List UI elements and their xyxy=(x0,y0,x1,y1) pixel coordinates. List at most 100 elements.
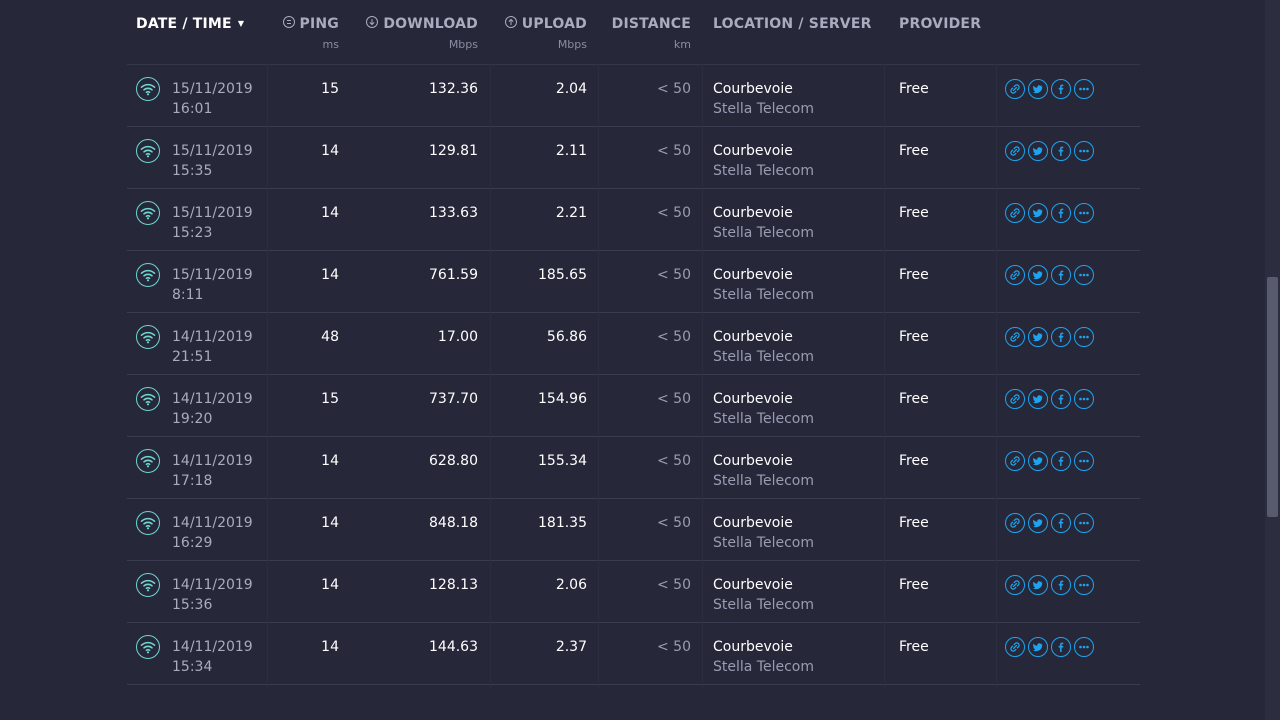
twitter-icon[interactable] xyxy=(1028,513,1048,533)
result-location: Courbevoie Stella Telecom xyxy=(713,451,814,491)
table-row[interactable]: 15/11/2019 8:11 14 761.59 185.65 < 50 Co… xyxy=(127,251,1140,313)
result-datetime[interactable]: 15/11/2019 8:11 xyxy=(172,265,253,305)
link-icon[interactable] xyxy=(1005,389,1025,409)
result-provider: Free xyxy=(899,81,929,97)
more-icon[interactable] xyxy=(1074,451,1094,471)
sort-download-header[interactable]: DOWNLOAD Mbps xyxy=(366,16,478,51)
more-icon[interactable] xyxy=(1074,141,1094,161)
location-name: Courbevoie xyxy=(713,515,793,531)
facebook-icon[interactable] xyxy=(1051,265,1071,285)
result-download: 737.70 xyxy=(429,391,478,407)
link-icon[interactable] xyxy=(1005,265,1025,285)
table-row[interactable]: 14/11/2019 15:36 14 128.13 2.06 < 50 Cou… xyxy=(127,561,1140,623)
results-table: DATE / TIME ▼ PING ms DOWNLOAD Mbps UPLOA… xyxy=(127,0,1140,685)
result-provider: Free xyxy=(899,515,929,531)
sort-distance-header[interactable]: DISTANCE km xyxy=(611,16,691,51)
more-icon[interactable] xyxy=(1074,513,1094,533)
link-icon[interactable] xyxy=(1005,575,1025,595)
facebook-icon[interactable] xyxy=(1051,637,1071,657)
result-datetime[interactable]: 14/11/2019 15:36 xyxy=(172,575,253,615)
link-icon[interactable] xyxy=(1005,79,1025,99)
facebook-icon[interactable] xyxy=(1051,203,1071,223)
link-icon[interactable] xyxy=(1005,637,1025,657)
more-icon[interactable] xyxy=(1074,79,1094,99)
result-datetime[interactable]: 14/11/2019 15:34 xyxy=(172,637,253,677)
result-datetime[interactable]: 15/11/2019 15:35 xyxy=(172,141,253,181)
facebook-icon[interactable] xyxy=(1051,575,1071,595)
wifi-icon xyxy=(136,387,160,411)
link-icon[interactable] xyxy=(1005,203,1025,223)
sort-caret-icon: ▼ xyxy=(237,19,245,28)
table-row[interactable]: 14/11/2019 19:20 15 737.70 154.96 < 50 C… xyxy=(127,375,1140,437)
sort-ping-header[interactable]: PING ms xyxy=(282,16,339,51)
twitter-icon[interactable] xyxy=(1028,141,1048,161)
table-row[interactable]: 15/11/2019 15:35 14 129.81 2.11 < 50 Cou… xyxy=(127,127,1140,189)
result-datetime[interactable]: 15/11/2019 16:01 xyxy=(172,79,253,119)
vertical-scrollbar[interactable] xyxy=(1265,0,1280,720)
more-icon[interactable] xyxy=(1074,637,1094,657)
facebook-icon[interactable] xyxy=(1051,79,1071,99)
twitter-icon[interactable] xyxy=(1028,389,1048,409)
table-row[interactable]: 14/11/2019 15:34 14 144.63 2.37 < 50 Cou… xyxy=(127,623,1140,685)
location-name: Courbevoie xyxy=(713,639,793,655)
result-time: 15:35 xyxy=(172,163,213,179)
facebook-icon[interactable] xyxy=(1051,451,1071,471)
wifi-icon xyxy=(136,201,160,225)
facebook-icon[interactable] xyxy=(1051,327,1071,347)
location-name: Courbevoie xyxy=(713,205,793,221)
sort-datetime-header[interactable]: DATE / TIME ▼ xyxy=(136,16,244,32)
table-row[interactable]: 14/11/2019 21:51 48 17.00 56.86 < 50 Cou… xyxy=(127,313,1140,375)
row-actions xyxy=(1005,79,1097,99)
twitter-icon[interactable] xyxy=(1028,451,1048,471)
more-icon[interactable] xyxy=(1074,265,1094,285)
sort-upload-header[interactable]: UPLOAD Mbps xyxy=(504,16,587,51)
more-icon[interactable] xyxy=(1074,327,1094,347)
facebook-icon[interactable] xyxy=(1051,513,1071,533)
result-ping: 14 xyxy=(321,205,339,221)
twitter-icon[interactable] xyxy=(1028,575,1048,595)
facebook-icon[interactable] xyxy=(1051,141,1071,161)
twitter-icon[interactable] xyxy=(1028,637,1048,657)
more-icon[interactable] xyxy=(1074,575,1094,595)
result-location: Courbevoie Stella Telecom xyxy=(713,513,814,553)
result-distance: < 50 xyxy=(657,81,691,97)
more-icon[interactable] xyxy=(1074,203,1094,223)
table-row[interactable]: 14/11/2019 16:29 14 848.18 181.35 < 50 C… xyxy=(127,499,1140,561)
result-datetime[interactable]: 15/11/2019 15:23 xyxy=(172,203,253,243)
link-icon[interactable] xyxy=(1005,513,1025,533)
link-icon[interactable] xyxy=(1005,451,1025,471)
result-download: 129.81 xyxy=(429,143,478,159)
location-name: Courbevoie xyxy=(713,267,793,283)
table-header: DATE / TIME ▼ PING ms DOWNLOAD Mbps UPLOA… xyxy=(127,0,1140,65)
upload-header-label: UPLOAD xyxy=(521,16,587,32)
result-date: 14/11/2019 xyxy=(172,515,253,531)
result-provider: Free xyxy=(899,391,929,407)
table-row[interactable]: 15/11/2019 15:23 14 133.63 2.21 < 50 Cou… xyxy=(127,189,1140,251)
result-download: 144.63 xyxy=(429,639,478,655)
sort-location-header[interactable]: LOCATION / SERVER xyxy=(713,16,872,32)
result-datetime[interactable]: 14/11/2019 19:20 xyxy=(172,389,253,429)
link-icon[interactable] xyxy=(1005,327,1025,347)
more-icon[interactable] xyxy=(1074,389,1094,409)
link-icon[interactable] xyxy=(1005,141,1025,161)
result-download: 848.18 xyxy=(429,515,478,531)
result-upload: 56.86 xyxy=(546,329,587,345)
result-datetime[interactable]: 14/11/2019 21:51 xyxy=(172,327,253,367)
result-upload: 2.04 xyxy=(555,81,587,97)
result-upload: 2.37 xyxy=(555,639,587,655)
result-download: 132.36 xyxy=(429,81,478,97)
table-row[interactable]: 14/11/2019 17:18 14 628.80 155.34 < 50 C… xyxy=(127,437,1140,499)
sort-provider-header[interactable]: PROVIDER xyxy=(899,16,981,32)
distance-header-label: DISTANCE xyxy=(611,16,691,32)
twitter-icon[interactable] xyxy=(1028,203,1048,223)
facebook-icon[interactable] xyxy=(1051,389,1071,409)
ping-header-label: PING xyxy=(299,16,339,32)
result-datetime[interactable]: 14/11/2019 17:18 xyxy=(172,451,253,491)
result-datetime[interactable]: 14/11/2019 16:29 xyxy=(172,513,253,553)
result-time: 16:01 xyxy=(172,101,213,117)
twitter-icon[interactable] xyxy=(1028,79,1048,99)
twitter-icon[interactable] xyxy=(1028,265,1048,285)
scrollbar-thumb[interactable] xyxy=(1267,277,1278,517)
table-row[interactable]: 15/11/2019 16:01 15 132.36 2.04 < 50 Cou… xyxy=(127,65,1140,127)
twitter-icon[interactable] xyxy=(1028,327,1048,347)
